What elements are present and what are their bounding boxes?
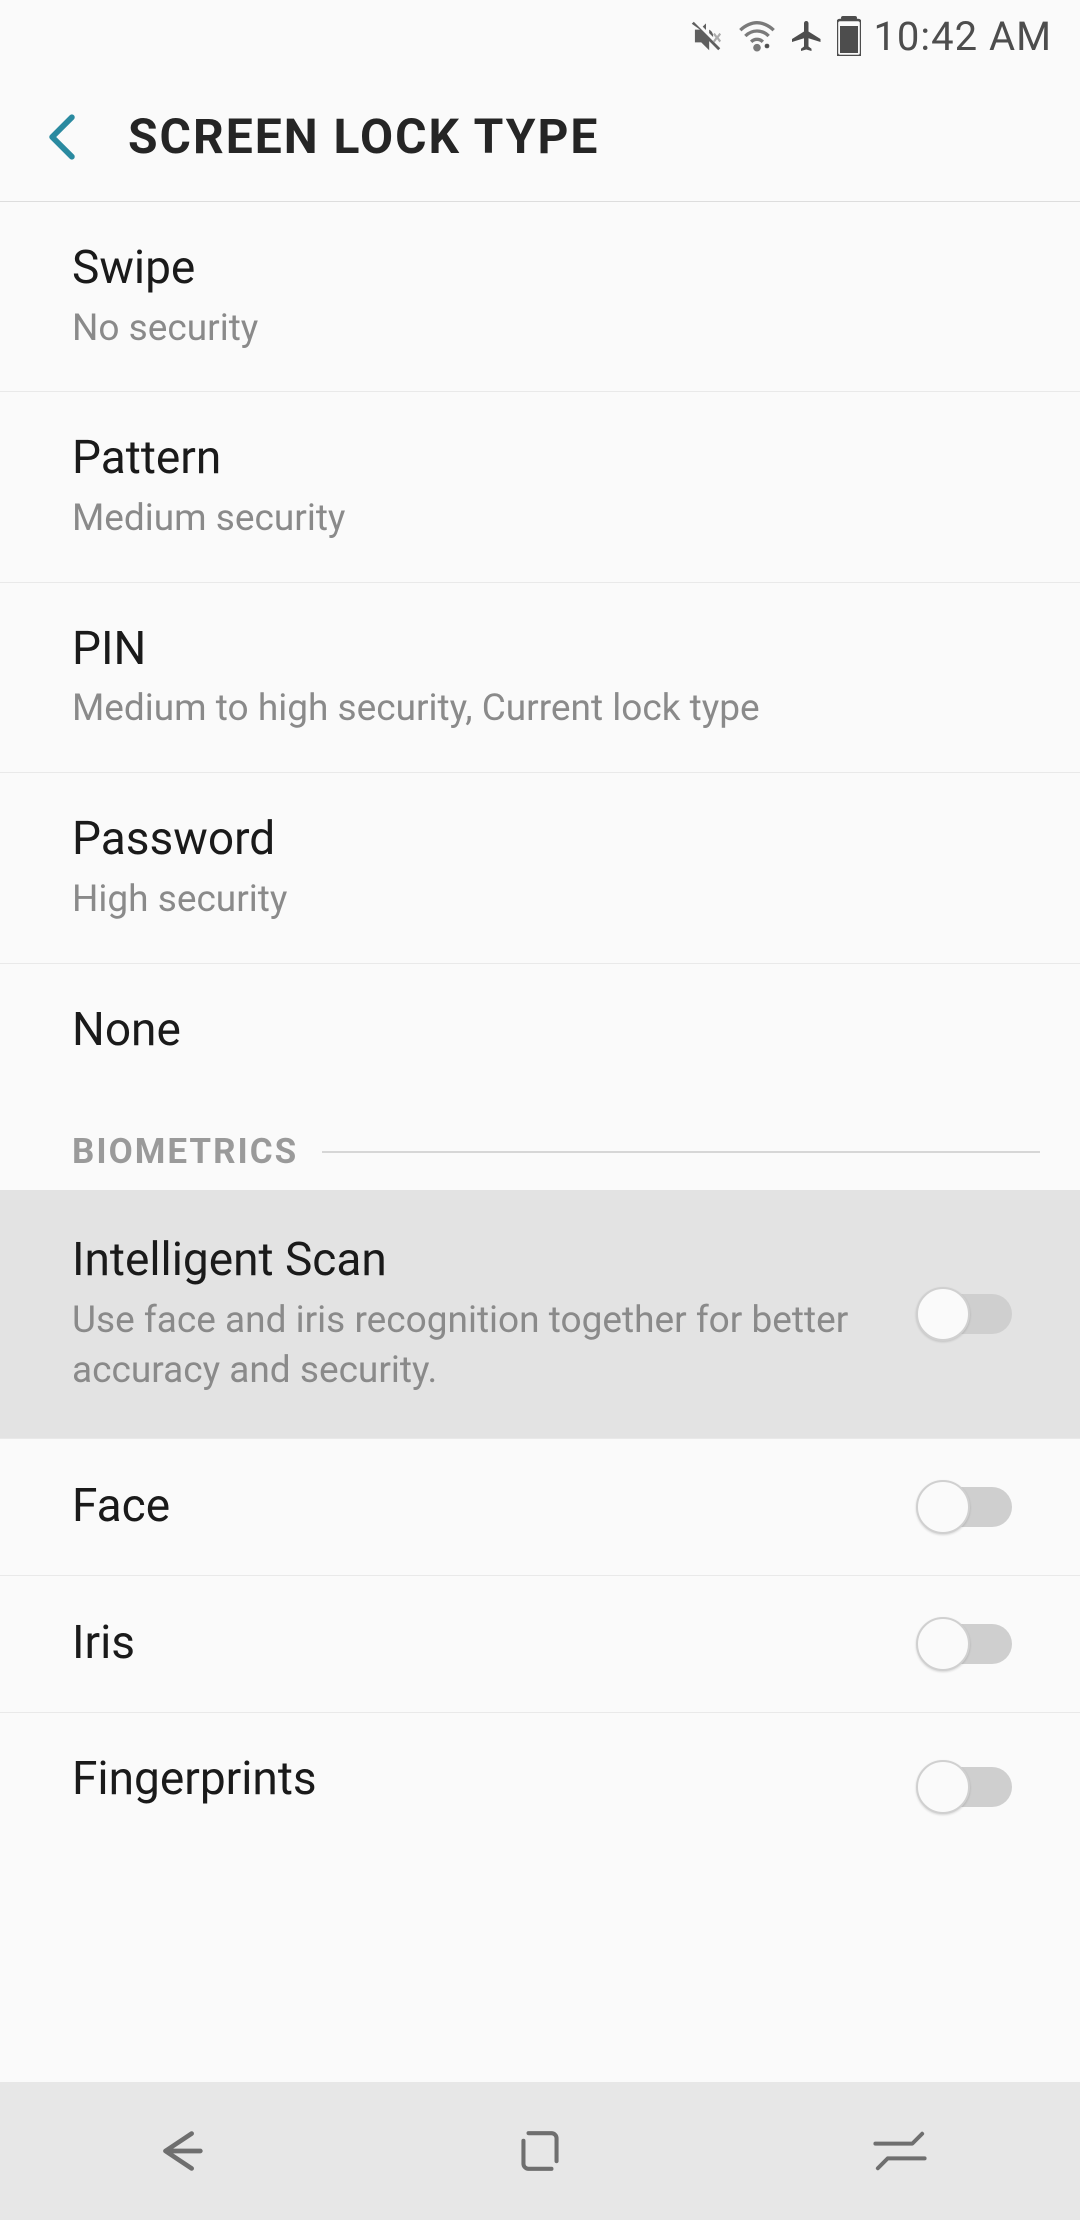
iris-toggle[interactable] [916, 1614, 1020, 1674]
back-button[interactable] [32, 107, 92, 167]
chevron-left-icon [44, 114, 80, 160]
lock-type-pattern[interactable]: Pattern Medium security [0, 392, 1080, 582]
airplane-mode-icon [789, 18, 825, 54]
row-title: Fingerprints [72, 1751, 886, 1809]
app-header: SCREEN LOCK TYPE [0, 72, 1080, 202]
row-title: PIN [72, 621, 990, 679]
biometric-face[interactable]: Face [0, 1439, 1080, 1576]
system-nav-bar [0, 2082, 1080, 2220]
lock-type-list: Swipe No security Pattern Medium securit… [0, 202, 1080, 1817]
battery-icon [837, 16, 861, 56]
row-title: Face [72, 1478, 886, 1536]
row-subtitle: Medium to high security, Current lock ty… [72, 684, 990, 734]
biometric-intelligent-scan[interactable]: Intelligent Scan Use face and iris recog… [0, 1190, 1080, 1438]
back-arrow-icon [148, 2119, 212, 2183]
biometric-fingerprints[interactable]: Fingerprints [0, 1713, 1080, 1817]
home-icon [512, 2123, 568, 2179]
lock-type-swipe[interactable]: Swipe No security [0, 202, 1080, 392]
row-title: Iris [72, 1615, 886, 1673]
row-subtitle: High security [72, 875, 990, 925]
nav-home-button[interactable] [450, 2111, 630, 2191]
row-title: Pattern [72, 430, 990, 488]
recents-icon [868, 2123, 932, 2179]
section-label: BIOMETRICS [72, 1131, 298, 1172]
row-title: Password [72, 811, 990, 869]
row-subtitle: Medium security [72, 494, 990, 544]
row-title: Swipe [72, 240, 990, 298]
row-subtitle: No security [72, 304, 990, 354]
row-title: Intelligent Scan [72, 1232, 886, 1290]
nav-recents-button[interactable] [810, 2111, 990, 2191]
lock-type-password[interactable]: Password High security [0, 773, 1080, 963]
status-time: 10:42 AM [873, 13, 1052, 60]
status-bar: 10:42 AM [0, 0, 1080, 72]
mute-vibrate-icon [687, 17, 725, 55]
fingerprints-toggle[interactable] [916, 1757, 1020, 1817]
biometrics-section-header: BIOMETRICS [0, 1097, 1080, 1190]
nav-back-button[interactable] [90, 2111, 270, 2191]
biometric-iris[interactable]: Iris [0, 1576, 1080, 1713]
lock-type-pin[interactable]: PIN Medium to high security, Current loc… [0, 583, 1080, 773]
page-title: SCREEN LOCK TYPE [128, 108, 599, 165]
row-title: None [72, 1002, 990, 1060]
section-divider [322, 1151, 1040, 1153]
face-toggle[interactable] [916, 1477, 1020, 1537]
row-subtitle: Use face and iris recognition together f… [72, 1296, 886, 1396]
intelligent-scan-toggle[interactable] [916, 1284, 1020, 1344]
wifi-icon [737, 16, 777, 56]
lock-type-none[interactable]: None [0, 964, 1080, 1098]
